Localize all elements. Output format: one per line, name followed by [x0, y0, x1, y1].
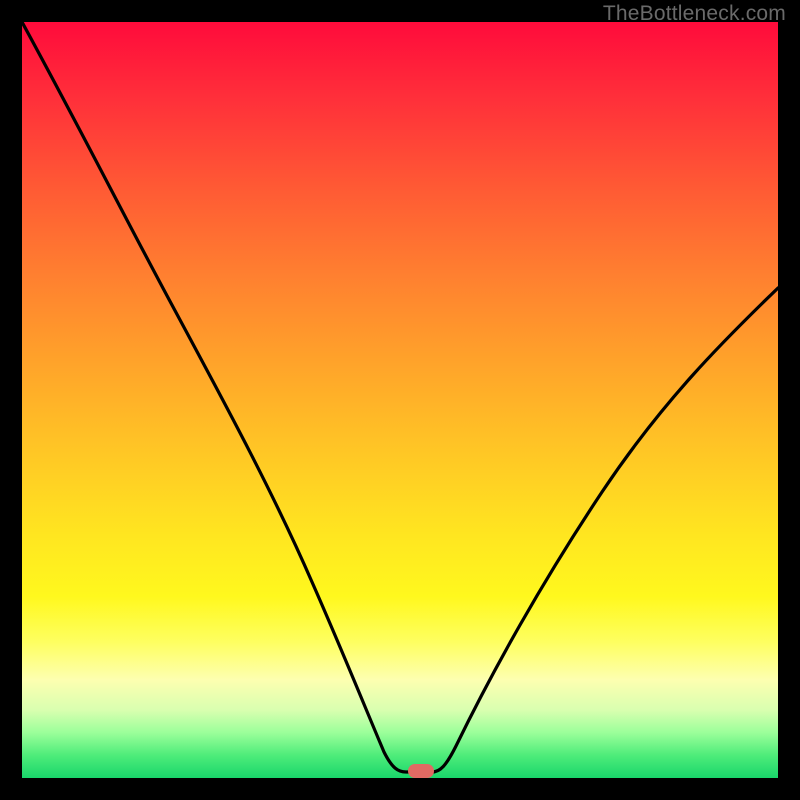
curve-path — [22, 22, 778, 772]
chart-frame: TheBottleneck.com — [0, 0, 800, 800]
optimal-point-marker — [408, 764, 434, 778]
bottleneck-curve — [22, 22, 778, 778]
plot-area — [22, 22, 778, 778]
